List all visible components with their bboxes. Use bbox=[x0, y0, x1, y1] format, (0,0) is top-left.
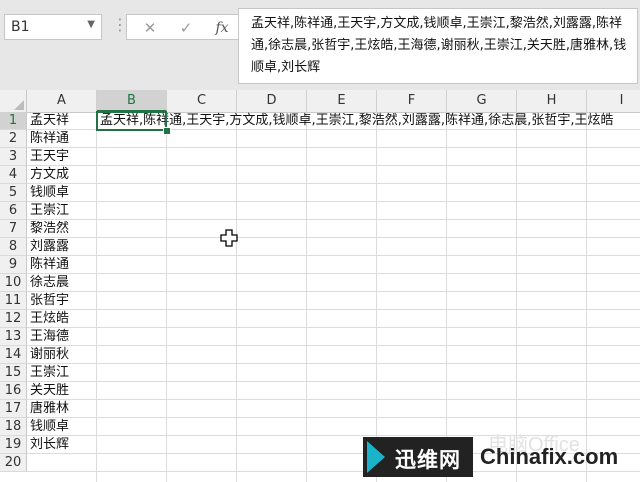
column-header-i[interactable]: I bbox=[587, 90, 640, 112]
column-header-e[interactable]: E bbox=[307, 90, 377, 112]
column-header-g[interactable]: G bbox=[447, 90, 517, 112]
row-header-4[interactable]: 4 bbox=[0, 166, 27, 184]
row-gridline bbox=[27, 381, 640, 382]
column-header-a[interactable]: A bbox=[27, 90, 97, 112]
row-header-11[interactable]: 11 bbox=[0, 292, 27, 310]
row-gridline bbox=[27, 327, 640, 328]
row-gridline bbox=[27, 201, 640, 202]
column-gridline bbox=[236, 112, 237, 482]
cell-a4[interactable]: 方文成 bbox=[27, 166, 97, 184]
row-header-6[interactable]: 6 bbox=[0, 202, 27, 220]
row-gridline bbox=[27, 147, 640, 148]
formula-tools: ✕ ✓ fx bbox=[126, 14, 238, 40]
column-gridline bbox=[306, 112, 307, 482]
cell-a1[interactable]: 孟天祥 bbox=[27, 112, 97, 130]
column-header-d[interactable]: D bbox=[237, 90, 307, 112]
column-gridline bbox=[516, 112, 517, 482]
row-header-20[interactable]: 20 bbox=[0, 454, 27, 472]
row-gridline bbox=[27, 273, 640, 274]
row-gridline bbox=[27, 291, 640, 292]
cancel-icon[interactable]: ✕ bbox=[139, 18, 161, 38]
row-gridline bbox=[27, 183, 640, 184]
cell-a7[interactable]: 黎浩然 bbox=[27, 220, 97, 238]
row-gridline bbox=[27, 237, 640, 238]
row-gridline bbox=[27, 219, 640, 220]
row-header-1[interactable]: 1 bbox=[0, 112, 27, 130]
cell-a19[interactable]: 刘长辉 bbox=[27, 436, 97, 454]
column-gridline bbox=[586, 112, 587, 482]
column-gridline bbox=[376, 112, 377, 482]
row-header-2[interactable]: 2 bbox=[0, 130, 27, 148]
formula-area: B1 ▼ ⋮ ✕ ✓ fx 孟天祥,陈祥通,王天宇,方文成,钱顺卓,王崇江,黎浩… bbox=[0, 0, 640, 90]
row-gridline bbox=[27, 345, 640, 346]
row-header-13[interactable]: 13 bbox=[0, 328, 27, 346]
row-header-16[interactable]: 16 bbox=[0, 382, 27, 400]
arrow-logo-icon bbox=[367, 441, 385, 473]
cell-a8[interactable]: 刘露露 bbox=[27, 238, 97, 256]
cell-a6[interactable]: 王崇江 bbox=[27, 202, 97, 220]
row-gridline bbox=[27, 255, 640, 256]
cell-a10[interactable]: 徐志晨 bbox=[27, 274, 97, 292]
watermark-logo: 迅维网 bbox=[363, 437, 473, 477]
row-gridline bbox=[27, 165, 640, 166]
row-header-9[interactable]: 9 bbox=[0, 256, 27, 274]
row-header-10[interactable]: 10 bbox=[0, 274, 27, 292]
column-header-f[interactable]: F bbox=[377, 90, 447, 112]
row-header-12[interactable]: 12 bbox=[0, 310, 27, 328]
row-header-15[interactable]: 15 bbox=[0, 364, 27, 382]
cell-a2[interactable]: 陈祥通 bbox=[27, 130, 97, 148]
cell-a3[interactable]: 王天宇 bbox=[27, 148, 97, 166]
chevron-down-icon[interactable]: ▼ bbox=[87, 19, 95, 30]
fill-handle[interactable] bbox=[163, 127, 171, 135]
cell-b1[interactable]: 孟天祥,陈祥通,王天宇,方文成,钱顺卓,王崇江,黎浩然,刘露露,陈祥通,徐志晨,… bbox=[97, 112, 640, 130]
cell-a17[interactable]: 唐雅林 bbox=[27, 400, 97, 418]
column-headers: ABCDEFGHI bbox=[0, 90, 640, 113]
cell-a18[interactable]: 钱顺卓 bbox=[27, 418, 97, 436]
column-header-h[interactable]: H bbox=[517, 90, 587, 112]
row-header-18[interactable]: 18 bbox=[0, 418, 27, 436]
cell-a11[interactable]: 张哲宇 bbox=[27, 292, 97, 310]
row-header-8[interactable]: 8 bbox=[0, 238, 27, 256]
name-box-value: B1 bbox=[11, 19, 30, 35]
select-all-corner[interactable] bbox=[0, 90, 27, 112]
row-gridline bbox=[27, 363, 640, 364]
cell-a13[interactable]: 王海德 bbox=[27, 328, 97, 346]
column-header-b[interactable]: B bbox=[97, 90, 167, 112]
row-header-3[interactable]: 3 bbox=[0, 148, 27, 166]
cell-a16[interactable]: 关天胜 bbox=[27, 382, 97, 400]
column-gridline bbox=[166, 112, 167, 482]
cell-a12[interactable]: 王炫皓 bbox=[27, 310, 97, 328]
row-gridline bbox=[27, 417, 640, 418]
cell-a5[interactable]: 钱顺卓 bbox=[27, 184, 97, 202]
watermark-brand-en: Chinafix.com bbox=[480, 444, 619, 469]
column-gridline bbox=[446, 112, 447, 482]
cell-a15[interactable]: 王崇江 bbox=[27, 364, 97, 382]
row-gridline bbox=[27, 471, 640, 472]
cell-cursor-icon bbox=[220, 229, 238, 247]
watermark-brand-cn: 迅维网 bbox=[395, 448, 461, 472]
formula-input[interactable]: 孟天祥,陈祥通,王天宇,方文成,钱顺卓,王崇江,黎浩然,刘露露,陈祥通,徐志晨,… bbox=[238, 8, 638, 84]
name-box[interactable]: B1 ▼ bbox=[4, 14, 102, 40]
row-header-14[interactable]: 14 bbox=[0, 346, 27, 364]
row-gridline bbox=[27, 309, 640, 310]
row-header-7[interactable]: 7 bbox=[0, 220, 27, 238]
column-header-c[interactable]: C bbox=[167, 90, 237, 112]
cell-a14[interactable]: 谢丽秋 bbox=[27, 346, 97, 364]
row-header-19[interactable]: 19 bbox=[0, 436, 27, 454]
insert-function-icon[interactable]: fx bbox=[211, 18, 233, 38]
enter-icon[interactable]: ✓ bbox=[175, 18, 197, 38]
row-header-5[interactable]: 5 bbox=[0, 184, 27, 202]
row-header-17[interactable]: 17 bbox=[0, 400, 27, 418]
row-gridline bbox=[27, 399, 640, 400]
cell-a9[interactable]: 陈祥通 bbox=[27, 256, 97, 274]
spreadsheet-grid[interactable]: ABCDEFGHI 1 2 3 4 5 6 7 8 9 10 11 12 13 14 15 16 17 18 19 2… bbox=[0, 90, 640, 482]
